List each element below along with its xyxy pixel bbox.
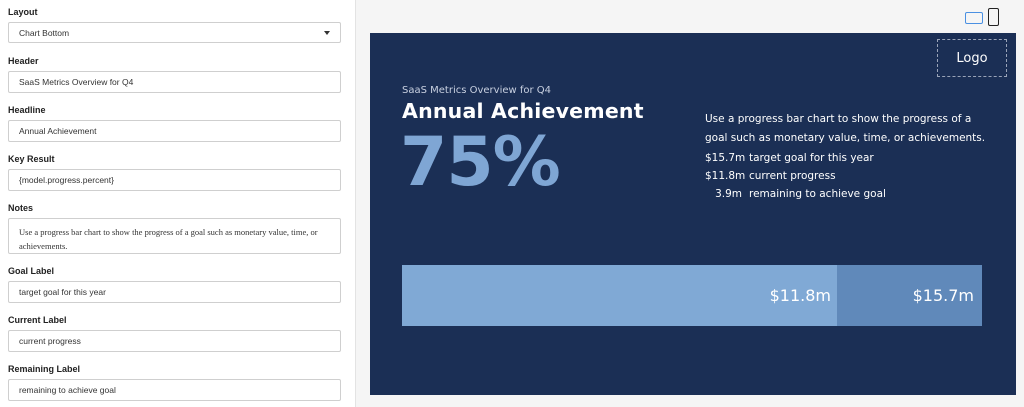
slide-notes: Use a progress bar chart to show the pro… <box>705 113 986 144</box>
notes-label: Notes <box>8 203 34 213</box>
legend-value: $15.7m <box>705 152 746 164</box>
notes-textarea[interactable]: Use a progress bar chart to show the pro… <box>8 218 341 254</box>
legend-row-current: $11.8m current progress <box>705 167 886 185</box>
slide-headline: Annual Achievement <box>402 99 644 123</box>
legend-row-goal: $15.7m target goal for this year <box>705 149 886 167</box>
key-result-label: Key Result <box>8 154 55 164</box>
current-label-label: Current Label <box>8 315 67 325</box>
remaining-label-label: Remaining Label <box>8 364 81 374</box>
legend-value: $11.8m <box>705 170 746 182</box>
headline-label: Headline <box>8 105 46 115</box>
slide-preview: Logo SaaS Metrics Overview for Q4 Annual… <box>370 33 1016 395</box>
layout-select-value: Chart Bottom <box>19 27 70 38</box>
editor-root: Layout Chart Bottom Header SaaS Metrics … <box>0 0 1024 407</box>
goal-label-input[interactable]: target goal for this year <box>8 281 341 303</box>
slide-header: SaaS Metrics Overview for Q4 <box>402 85 552 96</box>
current-value-label: $11.8m <box>769 286 831 305</box>
remaining-label-input[interactable]: remaining to achieve goal <box>8 379 341 401</box>
settings-form: Layout Chart Bottom Header SaaS Metrics … <box>0 0 355 407</box>
progress-bar-track: $11.8m $15.7m <box>402 265 982 326</box>
current-label-input[interactable]: current progress <box>8 330 341 352</box>
key-result-input[interactable]: {model.progress.percent} <box>8 169 341 191</box>
legend: $15.7m target goal for this year $11.8m … <box>705 149 886 203</box>
legend-text: remaining to achieve goal <box>749 188 886 200</box>
goal-label-label: Goal Label <box>8 266 55 276</box>
legend-text: target goal for this year <box>749 152 874 164</box>
logo-placeholder[interactable]: Logo <box>937 39 1007 77</box>
caret-down-icon <box>324 30 330 35</box>
layout-select[interactable]: Chart Bottom <box>8 22 341 43</box>
layout-label: Layout <box>8 7 38 17</box>
tablet-icon[interactable] <box>965 12 983 24</box>
phone-icon[interactable] <box>988 8 999 26</box>
legend-text: current progress <box>749 170 836 182</box>
header-input[interactable]: SaaS Metrics Overview for Q4 <box>8 71 341 93</box>
legend-value: 3.9m <box>715 188 742 200</box>
header-label: Header <box>8 56 39 66</box>
headline-input[interactable]: Annual Achievement <box>8 120 341 142</box>
legend-row-remaining: 3.9m remaining to achieve goal <box>705 185 886 203</box>
key-result-value: 75% <box>400 123 561 202</box>
goal-value-label: $15.7m <box>912 286 974 305</box>
